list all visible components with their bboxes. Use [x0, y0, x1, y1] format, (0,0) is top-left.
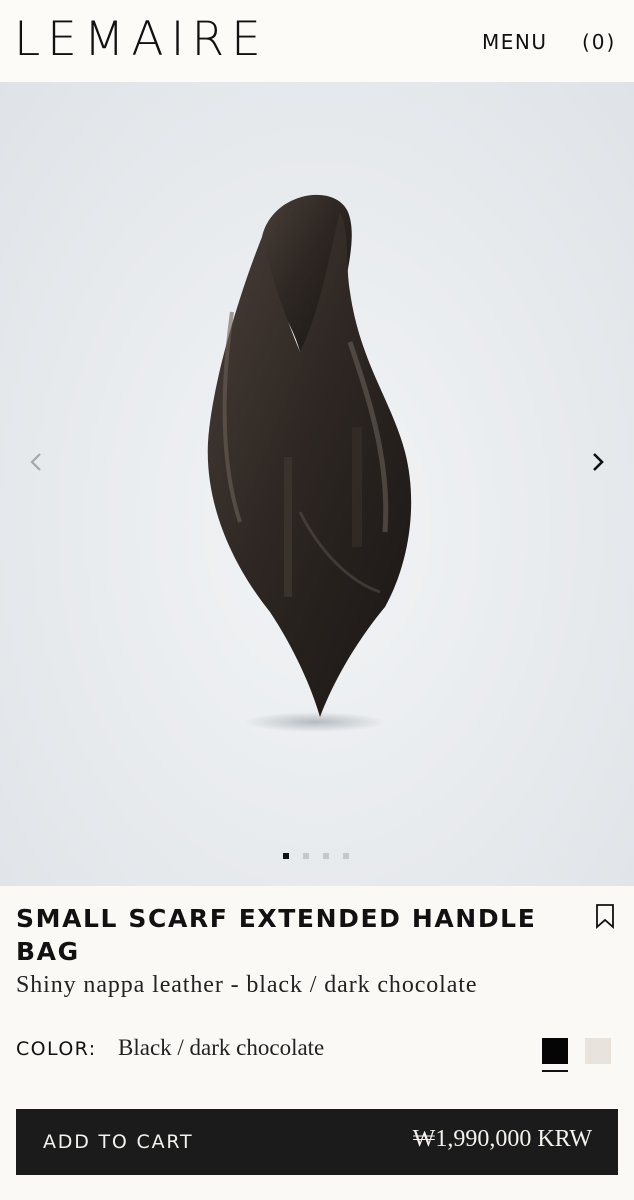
- gallery-pagination: [283, 853, 349, 859]
- previous-image-button[interactable]: [22, 448, 50, 476]
- product-info: SMALL SCARF EXTENDED HANDLE BAG Shiny na…: [0, 886, 634, 1200]
- add-to-cart-button[interactable]: ADD TO CART ₩1,990,000 KRW: [16, 1109, 618, 1175]
- pagination-dot-1[interactable]: [283, 853, 289, 859]
- color-swatch-cream[interactable]: [585, 1038, 611, 1064]
- product-material: Shiny nappa leather - black / dark choco…: [16, 972, 478, 998]
- color-label: COLOR:: [16, 1038, 97, 1060]
- pagination-dot-4[interactable]: [343, 853, 349, 859]
- site-header: LEMAIRE MENU (0): [0, 0, 634, 82]
- chevron-right-icon: [593, 453, 604, 471]
- color-swatch-black[interactable]: [542, 1038, 568, 1064]
- bookmark-icon: [596, 904, 614, 929]
- selected-swatch-indicator: [542, 1070, 568, 1072]
- selected-color-value: Black / dark chocolate: [118, 1035, 325, 1060]
- product-image: [207, 194, 412, 732]
- menu-button[interactable]: MENU: [482, 30, 548, 54]
- product-title: SMALL SCARF EXTENDED HANDLE BAG: [16, 904, 537, 966]
- product-price: ₩1,990,000 KRW: [412, 1126, 592, 1152]
- pagination-dot-2[interactable]: [303, 853, 309, 859]
- pagination-dot-3[interactable]: [323, 853, 329, 859]
- chevron-left-icon: [30, 453, 41, 471]
- next-image-button[interactable]: [584, 448, 612, 476]
- wishlist-button[interactable]: [594, 903, 616, 929]
- product-image-gallery[interactable]: [0, 82, 634, 886]
- add-to-cart-label: ADD TO CART: [43, 1131, 194, 1153]
- brand-logo[interactable]: LEMAIRE: [14, 12, 268, 68]
- cart-count-button[interactable]: (0): [582, 30, 616, 54]
